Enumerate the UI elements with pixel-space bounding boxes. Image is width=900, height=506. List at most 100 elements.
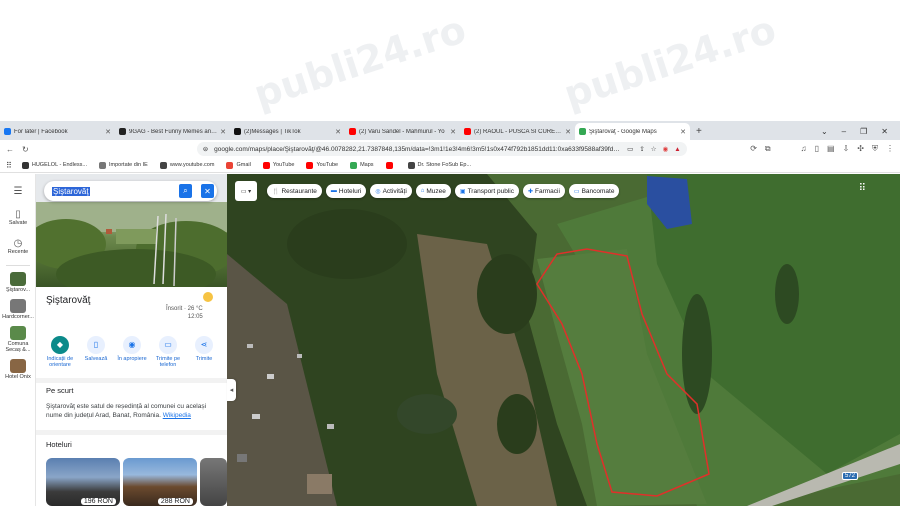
bookmark-favicon-icon	[159, 161, 167, 169]
category-chip[interactable]: ▬ Hoteluri	[325, 184, 367, 198]
close-tab-icon[interactable]: ✕	[450, 128, 456, 136]
place-action-button[interactable]: ▯ Salvează	[78, 336, 114, 368]
saved-button[interactable]: ▯ Salvate	[0, 209, 36, 226]
bookmark-item[interactable]: HUGELOL - Endless...	[21, 161, 87, 169]
summary-text: Şiştarovăţ este satul de reședință al co…	[46, 402, 221, 420]
screenshot-icon[interactable]: ⧉	[765, 144, 771, 154]
bookmark-item[interactable]: Dr. Stone FoSub Ep...	[407, 161, 471, 169]
hotel-card[interactable]: 288 RON	[123, 458, 197, 506]
apps-grid-icon[interactable]: ⠿	[6, 161, 12, 170]
satellite-map[interactable]: ▭ ▾ 🍴 Restaurante ▬ Hoteluri ◎ Activități ⌂ Muz…	[227, 174, 900, 506]
search-button[interactable]: ⌕	[179, 184, 192, 198]
recent-place-thumbnail	[10, 272, 26, 286]
browser-tab[interactable]: Şiştarovăţ - Google Maps ✕	[575, 123, 690, 140]
recent-place-item[interactable]: Comuna Secaș &...	[0, 326, 36, 353]
chip-label: Farmacii	[534, 187, 560, 195]
menu-icon[interactable]: ⋮	[886, 144, 894, 154]
back-icon[interactable]: ←	[6, 145, 14, 154]
category-chip[interactable]: ▣ Transport public	[454, 184, 519, 198]
close-tab-icon[interactable]: ✕	[335, 128, 341, 136]
shield-icon[interactable]: ⛨	[872, 144, 878, 154]
bookmark-item[interactable]: Importate din IE	[98, 161, 148, 169]
close-tab-icon[interactable]: ✕	[680, 128, 686, 136]
pharmacy-icon: ✚	[527, 188, 533, 195]
new-tab-button[interactable]: +	[696, 123, 702, 140]
browser-tab[interactable]: For later | Facebook ✕	[0, 123, 115, 140]
reading-list-icon[interactable]: ▯	[815, 144, 819, 154]
recent-place-item[interactable]: Şiştarov...	[0, 272, 36, 293]
bookmark-label: Maps	[360, 162, 374, 168]
tab-search-icon[interactable]: ⌄	[821, 127, 828, 136]
place-photo[interactable]: Şiştarovăţ ⌕ ✕	[36, 174, 227, 287]
hotel-card[interactable]: 196 RON	[46, 458, 120, 506]
browser-tab[interactable]: (2) RAOUL - PUSCA SI CUREAUA LAT✕	[460, 123, 575, 140]
brave-icon[interactable]: ▲	[674, 146, 680, 153]
clear-search-button[interactable]: ✕	[201, 184, 214, 198]
bookmark-item[interactable]: YouTube	[306, 161, 338, 169]
extensions-bar: ⟳ ⧉ ♫ ▯ ▤ ⇩ ✣ ⛨ ⋮	[750, 144, 894, 154]
puzzle-icon[interactable]: ✣	[857, 144, 864, 154]
place-action-button[interactable]: ⋖ Trimite	[186, 336, 222, 368]
browser-tab[interactable]: (2) Varu Sandel - Mahmurul - Yo ✕	[345, 123, 460, 140]
share-icon[interactable]: ⇪	[639, 145, 644, 153]
atm-icon: ▭	[573, 188, 580, 195]
bookmark-label: Gmail	[236, 162, 251, 168]
extension-icon[interactable]: ⟳	[750, 144, 757, 154]
collapse-panel-button[interactable]: ◂	[227, 379, 236, 401]
collections-icon[interactable]: ▤	[827, 144, 835, 154]
maximize-button[interactable]: ❐	[860, 127, 867, 136]
place-action-button[interactable]: ◉ În apropiere	[114, 336, 150, 368]
bookmark-favicon-icon	[306, 161, 314, 169]
recent-place-item[interactable]: Hotel Onix	[0, 359, 36, 380]
browser-tab[interactable]: 9GAG - Best Funny Memes and Brea✕	[115, 123, 230, 140]
divider	[36, 430, 227, 435]
close-window-button[interactable]: ✕	[881, 127, 888, 136]
hotel-card[interactable]	[200, 458, 227, 506]
place-action-button[interactable]: ▭ Trimite pe telefon	[150, 336, 186, 368]
tab-favicon-icon	[464, 128, 471, 135]
music-icon[interactable]: ♫	[801, 144, 807, 154]
extension-icon[interactable]: ◉	[663, 145, 669, 153]
weather-info: Însorit · 26 °C 12:05	[166, 305, 203, 321]
recent-place-thumbnail	[10, 299, 26, 313]
bookmark-star-icon[interactable]: ☆	[651, 145, 657, 153]
bookmark-item[interactable]	[385, 161, 396, 169]
recent-place-label: Comuna Secaș &...	[5, 341, 31, 353]
place-action-button[interactable]: ◆ Indicații de orientare	[42, 336, 78, 368]
downloads-icon[interactable]: ⇩	[843, 144, 850, 154]
reload-icon[interactable]: ↻	[22, 145, 29, 154]
weather-time: 12:05	[187, 314, 203, 320]
action-label: Salvează	[84, 356, 108, 362]
close-tab-icon[interactable]: ✕	[105, 128, 111, 136]
apps-grid-icon[interactable]: ⠿	[859, 183, 866, 194]
chevron-left-icon: ◂	[229, 387, 234, 394]
tab-title: For later | Facebook	[14, 128, 68, 135]
bookmark-item[interactable]: Gmail	[226, 161, 251, 169]
install-app-icon[interactable]: ▭	[627, 145, 633, 153]
wikipedia-link[interactable]: Wikipedia	[163, 412, 191, 419]
bookmark-favicon-icon	[385, 161, 393, 169]
recent-button[interactable]: ◷ Recente	[0, 238, 36, 255]
close-tab-icon[interactable]: ✕	[220, 128, 226, 136]
menu-button[interactable]: ☰	[0, 186, 36, 197]
browser-tab[interactable]: (2)Messages | TikTok ✕	[230, 123, 345, 140]
bookmark-item[interactable]: www.youtube.com	[159, 161, 214, 169]
bookmark-favicon-icon	[98, 161, 106, 169]
minimize-button[interactable]: –	[842, 127, 846, 136]
bookmark-item[interactable]: YouTube	[262, 161, 294, 169]
url-field[interactable]: ⊜ google.com/maps/place/Şiştarovăţ/@46.0…	[196, 142, 687, 156]
category-chip[interactable]: ▭ Bancomate	[568, 184, 620, 198]
category-chip[interactable]: ✚ Farmacii	[522, 184, 565, 198]
category-chip[interactable]: ◎ Activități	[370, 184, 412, 198]
search-input[interactable]: Şiştarovăţ	[52, 186, 90, 196]
layers-button[interactable]: ▭ ▾	[235, 181, 257, 201]
category-chip[interactable]: ⌂ Muzee	[415, 184, 451, 198]
chip-label: Transport public	[467, 187, 514, 195]
rail-divider	[5, 265, 30, 266]
recent-place-item[interactable]: Hardcorner...	[0, 299, 36, 320]
category-chip[interactable]: 🍴 Restaurante	[267, 184, 322, 198]
bookmark-item[interactable]: Maps	[350, 161, 374, 169]
site-info-icon[interactable]: ⊜	[203, 145, 208, 153]
close-tab-icon[interactable]: ✕	[565, 128, 571, 136]
search-box[interactable]: Şiştarovăţ ⌕ ✕	[44, 181, 217, 201]
